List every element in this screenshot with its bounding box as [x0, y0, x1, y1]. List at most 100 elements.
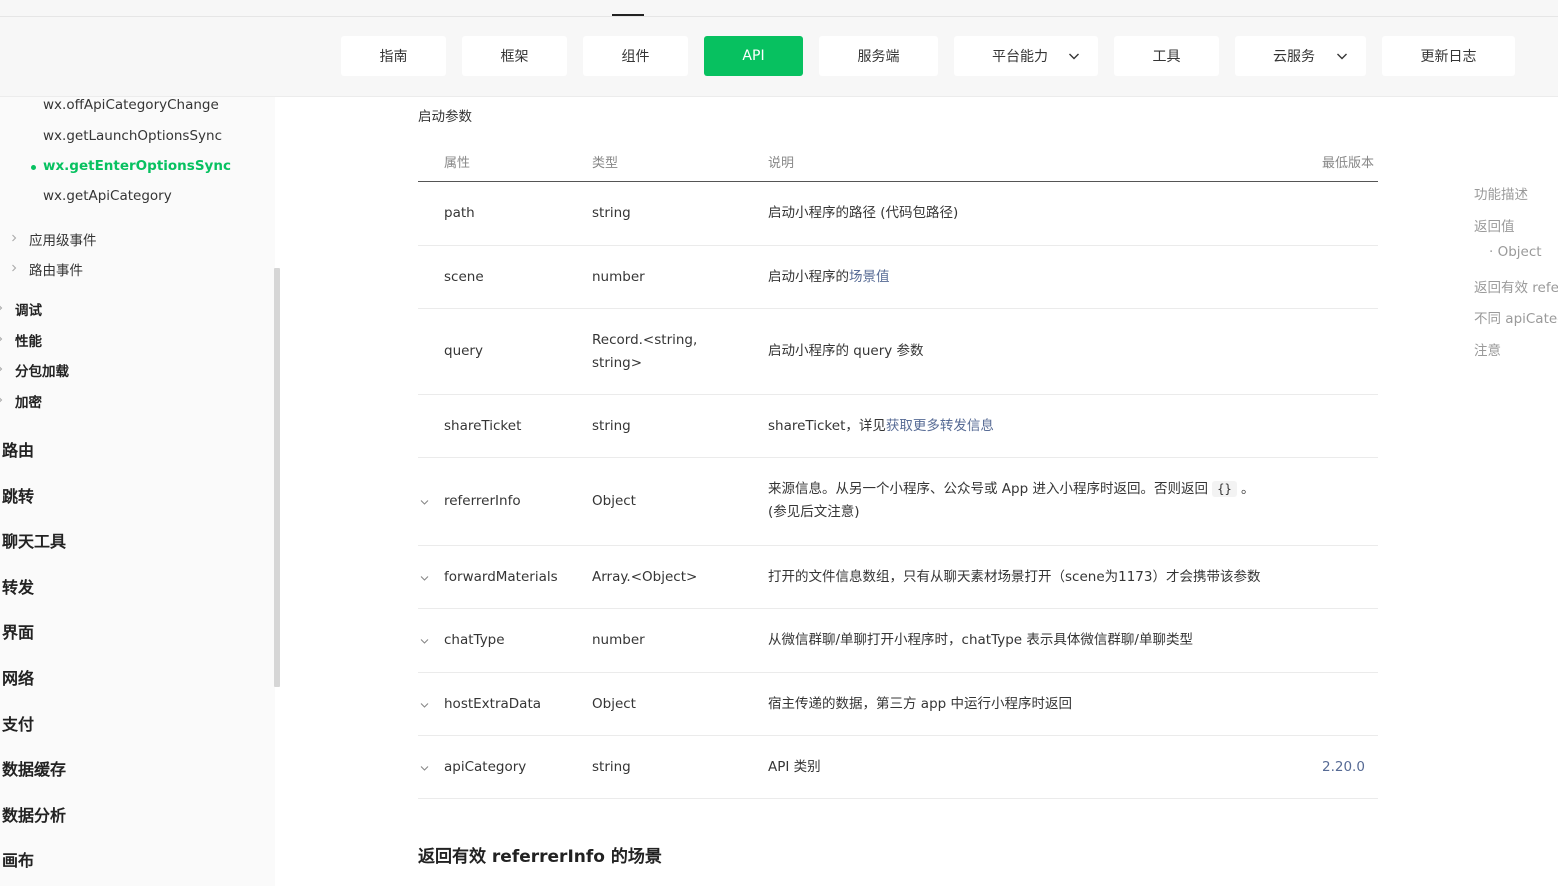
nav-label: 服务端: [857, 49, 900, 65]
table-cell-desc: 宿主传递的数据，第三方 app 中运行小程序时返回: [768, 696, 1072, 712]
nav-item-api[interactable]: API: [704, 36, 803, 76]
chevron-down-icon[interactable]: [419, 763, 430, 774]
table-row-divider: [418, 545, 1378, 546]
table-cell-desc: 从微信群聊/单聊打开小程序时，chatType 表示具体微信群聊/单聊类型: [768, 632, 1193, 648]
active-dot-icon: [31, 165, 36, 170]
nav-label: 更新日志: [1420, 49, 1477, 65]
table-cell-desc: 打开的文件信息数组，只有从聊天素材场景打开（scene为1173）才会携带该参数: [768, 569, 1261, 585]
sidebar-item-route[interactable]: 路由: [2, 437, 34, 461]
sidebar-item-offapicategorychange[interactable]: wx.offApiCategoryChange: [43, 97, 219, 113]
table-cell-attr: query: [444, 343, 483, 359]
table-header-version: 最低版本: [1322, 156, 1375, 171]
table-cell-attr: chatType: [444, 632, 505, 648]
type-line: string>: [592, 355, 643, 371]
nav-item-guide[interactable]: 指南: [341, 36, 446, 76]
sidebar-item-performance[interactable]: 性能: [15, 330, 42, 350]
table-cell-desc: 来源信息。从另一个小程序、公众号或 App 进入小程序时返回。否则返回 {} 。…: [768, 478, 1255, 524]
sidebar-item-canvas[interactable]: 画布: [2, 847, 34, 871]
nav-item-platform[interactable]: 平台能力: [954, 36, 1098, 76]
sidebar-item-route-events[interactable]: 路由事件: [29, 259, 83, 279]
nav-label: API: [742, 48, 765, 64]
desc-text: 。: [1241, 481, 1255, 497]
sidebar: wx.offApiCategoryChange wx.getLaunchOpti…: [0, 97, 275, 886]
sidebar-item-storage[interactable]: 数据缓存: [2, 756, 66, 780]
table-cell-desc: shareTicket，详见获取更多转发信息: [768, 415, 994, 438]
table-header-attr: 属性: [444, 156, 471, 171]
nav-label: 指南: [379, 49, 408, 65]
nav-label: 组件: [621, 49, 650, 65]
chevron-down-icon[interactable]: [419, 573, 430, 584]
table-cell-desc: 启动小程序的场景值: [768, 266, 890, 289]
sidebar-item-debug[interactable]: 调试: [15, 299, 42, 319]
table-cell-type: string: [592, 759, 631, 775]
table-cell-attr: shareTicket: [444, 418, 522, 434]
sidebar-item-getenteroptionssync[interactable]: wx.getEnterOptionsSync: [43, 158, 231, 174]
chevron-right-icon[interactable]: [0, 365, 4, 373]
table-row-divider: [418, 735, 1378, 736]
table-cell-type: Record.<string, string>: [592, 329, 697, 375]
chevron-down-icon[interactable]: [419, 700, 430, 711]
nav-item-component[interactable]: 组件: [583, 36, 688, 76]
nav-label: 平台能力: [992, 49, 1048, 65]
desc-text: shareTicket，详见: [768, 418, 886, 434]
desc-text: 来源信息。从另一个小程序、公众号或 App 进入小程序时返回。否则返回: [768, 481, 1208, 497]
chevron-right-icon[interactable]: [10, 264, 18, 272]
table-row-divider: [418, 608, 1378, 609]
section-label: 启动参数: [418, 109, 472, 125]
sidebar-item-chat-tools[interactable]: 聊天工具: [2, 528, 66, 552]
chevron-down-icon: [1069, 53, 1079, 60]
sidebar-item-analytics[interactable]: 数据分析: [2, 802, 66, 826]
table-cell-desc: 启动小程序的 query 参数: [768, 343, 924, 359]
inline-code: {}: [1212, 481, 1237, 497]
toc-item-return-value[interactable]: 返回值: [1474, 215, 1515, 235]
table-cell-type: string: [592, 418, 631, 434]
chevron-down-icon[interactable]: [419, 497, 430, 508]
chevron-right-icon[interactable]: [0, 304, 4, 312]
table-cell-version[interactable]: 2.20.0: [1322, 756, 1365, 779]
sidebar-item-payment[interactable]: 支付: [2, 711, 34, 735]
toc: 功能描述 返回值 · Object 返回有效 referrerInfo 的场景 …: [1460, 170, 1558, 370]
table-header-desc: 说明: [768, 156, 795, 171]
table-row-divider: [418, 394, 1378, 395]
toc-item-description[interactable]: 功能描述: [1474, 183, 1528, 203]
desc-text: (参见后文注意): [768, 504, 860, 520]
chevron-down-icon[interactable]: [419, 636, 430, 647]
table-cell-attr: referrerInfo: [444, 493, 521, 509]
share-info-link[interactable]: 获取更多转发信息: [886, 418, 994, 434]
table-header-type: 类型: [592, 156, 619, 171]
table-cell-desc: API 类别: [768, 759, 821, 775]
sidebar-item-app-events[interactable]: 应用级事件: [29, 229, 97, 249]
chevron-right-icon[interactable]: [0, 335, 4, 343]
toc-item-object[interactable]: · Object: [1489, 244, 1542, 260]
sidebar-item-subpackage[interactable]: 分包加载: [15, 360, 69, 380]
chevron-right-icon[interactable]: [10, 234, 18, 242]
scene-value-link[interactable]: 场景值: [849, 269, 890, 285]
table-row-divider: [418, 672, 1378, 673]
sidebar-item-share[interactable]: 转发: [2, 574, 34, 598]
table-cell-type: Object: [592, 493, 636, 509]
toc-item-referrerinfo-scenes[interactable]: 返回有效 referrerInfo 的场景: [1474, 276, 1558, 296]
toc-item-apicategory-limits[interactable]: 不同 apiCategory 场景下的 API 限制: [1474, 307, 1558, 327]
desc-text: 启动小程序的: [768, 269, 849, 285]
nav-item-tools[interactable]: 工具: [1114, 36, 1219, 76]
nav-label: 云服务: [1273, 49, 1315, 65]
table-cell-type: number: [592, 632, 645, 648]
nav-item-changelog[interactable]: 更新日志: [1382, 36, 1515, 76]
sidebar-item-encryption[interactable]: 加密: [15, 391, 42, 411]
nav-item-framework[interactable]: 框架: [462, 36, 567, 76]
sidebar-scrollbar[interactable]: [274, 268, 280, 687]
table-cell-attr: scene: [444, 269, 484, 285]
sidebar-item-navigate[interactable]: 跳转: [2, 483, 34, 507]
sidebar-item-ui[interactable]: 界面: [2, 619, 34, 643]
sidebar-item-network[interactable]: 网络: [2, 665, 34, 689]
table-cell-type: Array.<Object>: [592, 569, 698, 585]
table-cell-attr: hostExtraData: [444, 696, 542, 712]
table-row-divider: [418, 308, 1378, 309]
sidebar-item-getlaunchoptionssync[interactable]: wx.getLaunchOptionsSync: [43, 128, 222, 144]
chevron-right-icon[interactable]: [0, 396, 4, 404]
nav-item-server[interactable]: 服务端: [819, 36, 938, 76]
toc-item-notes[interactable]: 注意: [1474, 339, 1501, 359]
sidebar-item-getapicategory[interactable]: wx.getApiCategory: [43, 188, 172, 204]
table-cell-type: Object: [592, 696, 636, 712]
nav-item-cloud[interactable]: 云服务: [1235, 36, 1366, 76]
